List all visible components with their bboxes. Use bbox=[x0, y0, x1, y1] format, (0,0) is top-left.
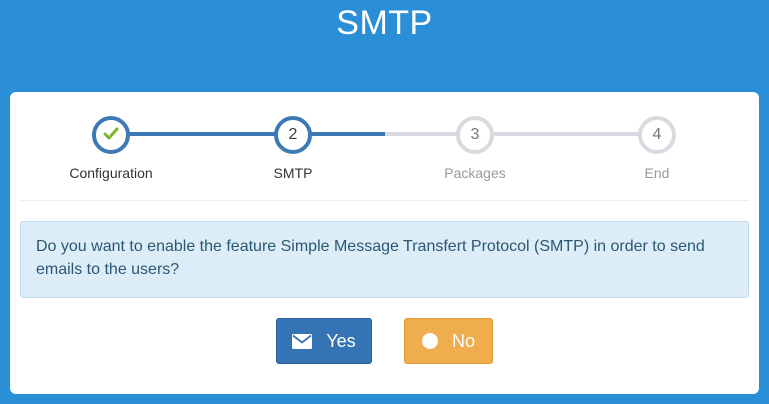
wizard-steps: Configuration 2 SMTP 3 Packages 4 End bbox=[10, 92, 759, 200]
step-label: Configuration bbox=[69, 165, 153, 181]
step-label: SMTP bbox=[273, 165, 313, 181]
step-circle: 2 bbox=[274, 116, 312, 154]
step-label: End bbox=[644, 165, 670, 181]
wizard-step-configuration[interactable]: Configuration bbox=[41, 116, 181, 181]
step-circle bbox=[92, 116, 130, 154]
yes-button-label: Yes bbox=[326, 330, 356, 351]
wizard-step-smtp[interactable]: 2 SMTP bbox=[223, 116, 363, 181]
circle-icon bbox=[421, 333, 438, 349]
step-circle: 4 bbox=[638, 116, 676, 154]
wizard-step-end[interactable]: 4 End bbox=[587, 116, 727, 181]
no-button-label: No bbox=[451, 330, 475, 351]
step-circle: 3 bbox=[456, 116, 494, 154]
wizard-step-packages[interactable]: 3 Packages bbox=[405, 116, 545, 181]
page-title: SMTP bbox=[336, 4, 433, 42]
yes-button[interactable]: Yes bbox=[276, 318, 372, 364]
no-button[interactable]: No bbox=[404, 318, 493, 364]
checkmark-icon bbox=[103, 125, 119, 145]
step-label: Packages bbox=[444, 165, 506, 181]
envelope-icon bbox=[292, 333, 313, 349]
info-alert: Do you want to enable the feature Simple… bbox=[20, 221, 749, 298]
wizard-card: Configuration 2 SMTP 3 Packages 4 End Do… bbox=[10, 92, 759, 394]
divider bbox=[20, 200, 749, 201]
